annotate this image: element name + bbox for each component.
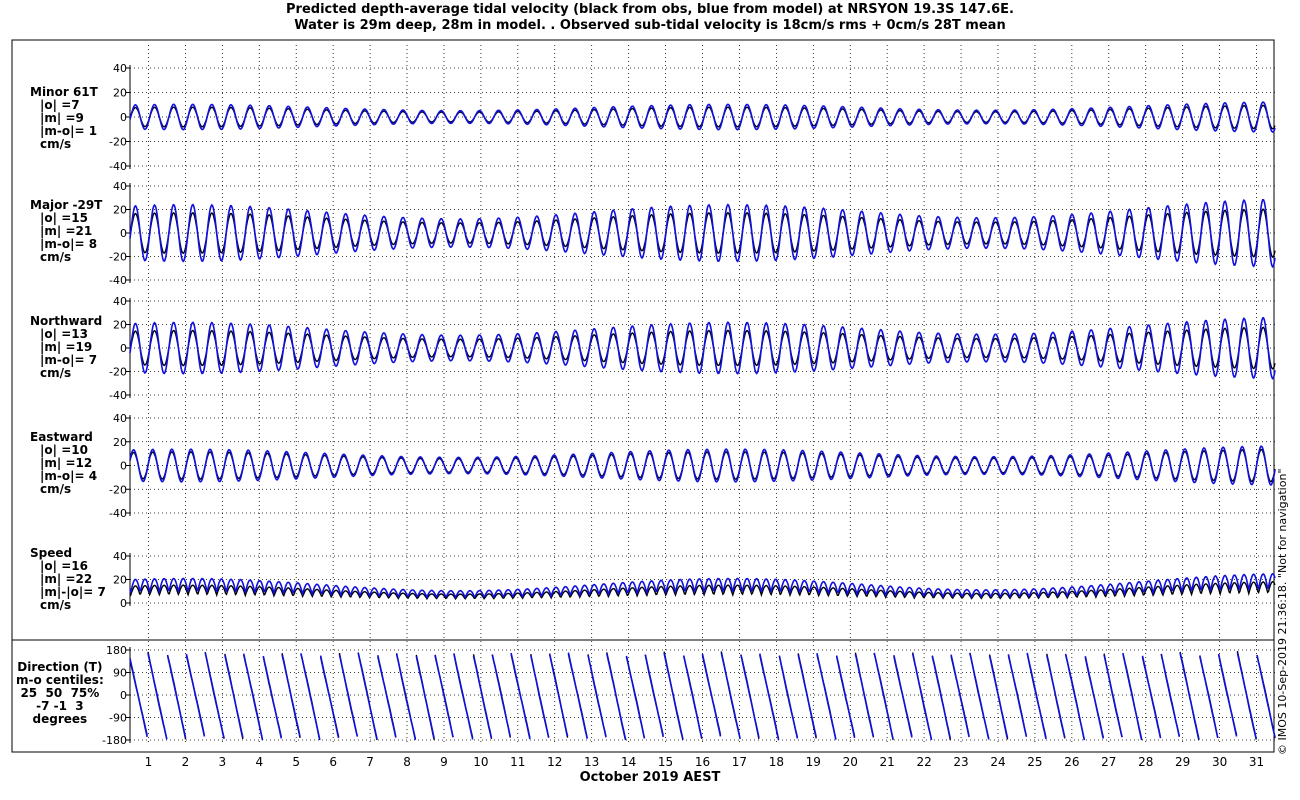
y-tick-label: 40: [113, 295, 127, 308]
x-tick-label: 7: [366, 755, 374, 769]
y-tick-label: -20: [109, 483, 127, 496]
panel-label-line: cm/s: [40, 250, 72, 264]
y-tick-label: 40: [113, 180, 127, 193]
y-tick-label: 0: [120, 460, 127, 473]
y-tick-label: 180: [106, 644, 127, 657]
panel-label-line: cm/s: [40, 137, 72, 151]
panel-label-line: cm/s: [40, 598, 72, 612]
x-tick-label: 20: [843, 755, 858, 769]
panel-label-line: degrees: [32, 712, 88, 726]
x-tick-label: 6: [329, 755, 337, 769]
x-tick-label: 4: [255, 755, 263, 769]
x-tick-label: 12: [547, 755, 562, 769]
y-tick-label: 40: [113, 412, 127, 425]
x-tick-label: 14: [621, 755, 636, 769]
x-axis-label: October 2019 AEST: [579, 770, 721, 785]
panel-label-minor: Minor 61T |o| =7 |m| =9 |m-o|= 1 cm/s: [30, 86, 98, 151]
x-tick-label: 28: [1138, 755, 1153, 769]
x-tick-label: 9: [440, 755, 448, 769]
credit-text: © IMOS 10-Sep-2019 21:36:18. "Not for na…: [1276, 468, 1289, 755]
tidal-velocity-chart: 1 2 3 4 5 6 7 8 9 10 11 12 13 14 15 16 17 18 19 20 21 22 23 24 2…: [11, 39, 1276, 769]
x-tick-label: 10: [473, 755, 488, 769]
panel-label-north: Northward |o| =13 |m| =19 |m-o|= 7 cm/s: [30, 315, 102, 380]
y-tick-label: 20: [113, 319, 127, 332]
y-tick-label: -40: [109, 507, 127, 520]
y-tick-label: -40: [109, 389, 127, 402]
panel-label-line: cm/s: [40, 482, 72, 496]
x-tick-label: 22: [916, 755, 931, 769]
x-tick-label: 26: [1064, 755, 1079, 769]
x-tick-label: 16: [695, 755, 710, 769]
x-tick-label: 13: [584, 755, 599, 769]
y-tick-label: 20: [113, 87, 127, 100]
y-tick-label: 20: [113, 204, 127, 217]
y-tick-label: 40: [113, 550, 127, 563]
x-tick-label: 5: [292, 755, 300, 769]
x-tick-label: 18: [769, 755, 784, 769]
y-tick-label: 0: [120, 227, 127, 240]
x-tick-label: 2: [182, 755, 190, 769]
outer-frame: [11, 39, 1275, 753]
x-tick-label: 31: [1249, 755, 1264, 769]
y-tick-label: -90: [109, 712, 127, 725]
panel-label-east: Eastward |o| =10 |m| =12 |m-o|= 4 cm/s: [30, 431, 97, 496]
x-tick-label: 17: [732, 755, 747, 769]
model-series-east: [129, 445, 1276, 487]
x-tick-label: 19: [806, 755, 821, 769]
y-tick-label: -40: [109, 160, 127, 173]
x-tick-label: 3: [219, 755, 227, 769]
x-tick-label: 15: [658, 755, 673, 769]
x-tick-label: 30: [1212, 755, 1227, 769]
x-tick-label: 8: [403, 755, 411, 769]
x-tick-label: 1: [145, 755, 153, 769]
x-tick-label: 11: [510, 755, 525, 769]
y-tick-label: 40: [113, 62, 127, 75]
y-tick-label: 90: [113, 667, 127, 680]
y-tick-label: 0: [120, 689, 127, 702]
obs-series-direction: [129, 650, 1276, 741]
panel-label-direction: Direction (T) m-o centiles: 25 50 75% -7 -1…: [16, 661, 104, 726]
x-tick-label: 24: [990, 755, 1005, 769]
y-tick-label: 0: [120, 111, 127, 124]
y-tick-label: -180: [102, 734, 127, 747]
x-tick-label: 25: [1027, 755, 1042, 769]
y-tick-label: 0: [120, 597, 127, 610]
y-tick-label: -40: [109, 274, 127, 287]
panel-label-speed: Speed |o| =16 |m| =22 |m|-|o|= 7 cm/s: [30, 547, 106, 612]
x-tick-label: 29: [1175, 755, 1190, 769]
x-tick-label: 27: [1101, 755, 1116, 769]
y-tick-label: -20: [109, 366, 127, 379]
y-tick-label: -20: [109, 136, 127, 149]
y-tick-label: -20: [109, 251, 127, 264]
x-tick-label: 23: [953, 755, 968, 769]
y-tick-label: 0: [120, 342, 127, 355]
panel-label-major: Major -29T |o| =15 |m| =21 |m-o|= 8 cm/s: [30, 199, 102, 264]
x-tick-label: 21: [880, 755, 895, 769]
y-tick-label: 20: [113, 436, 127, 449]
panel-label-line: cm/s: [40, 366, 72, 380]
y-tick-label: 20: [113, 574, 127, 587]
